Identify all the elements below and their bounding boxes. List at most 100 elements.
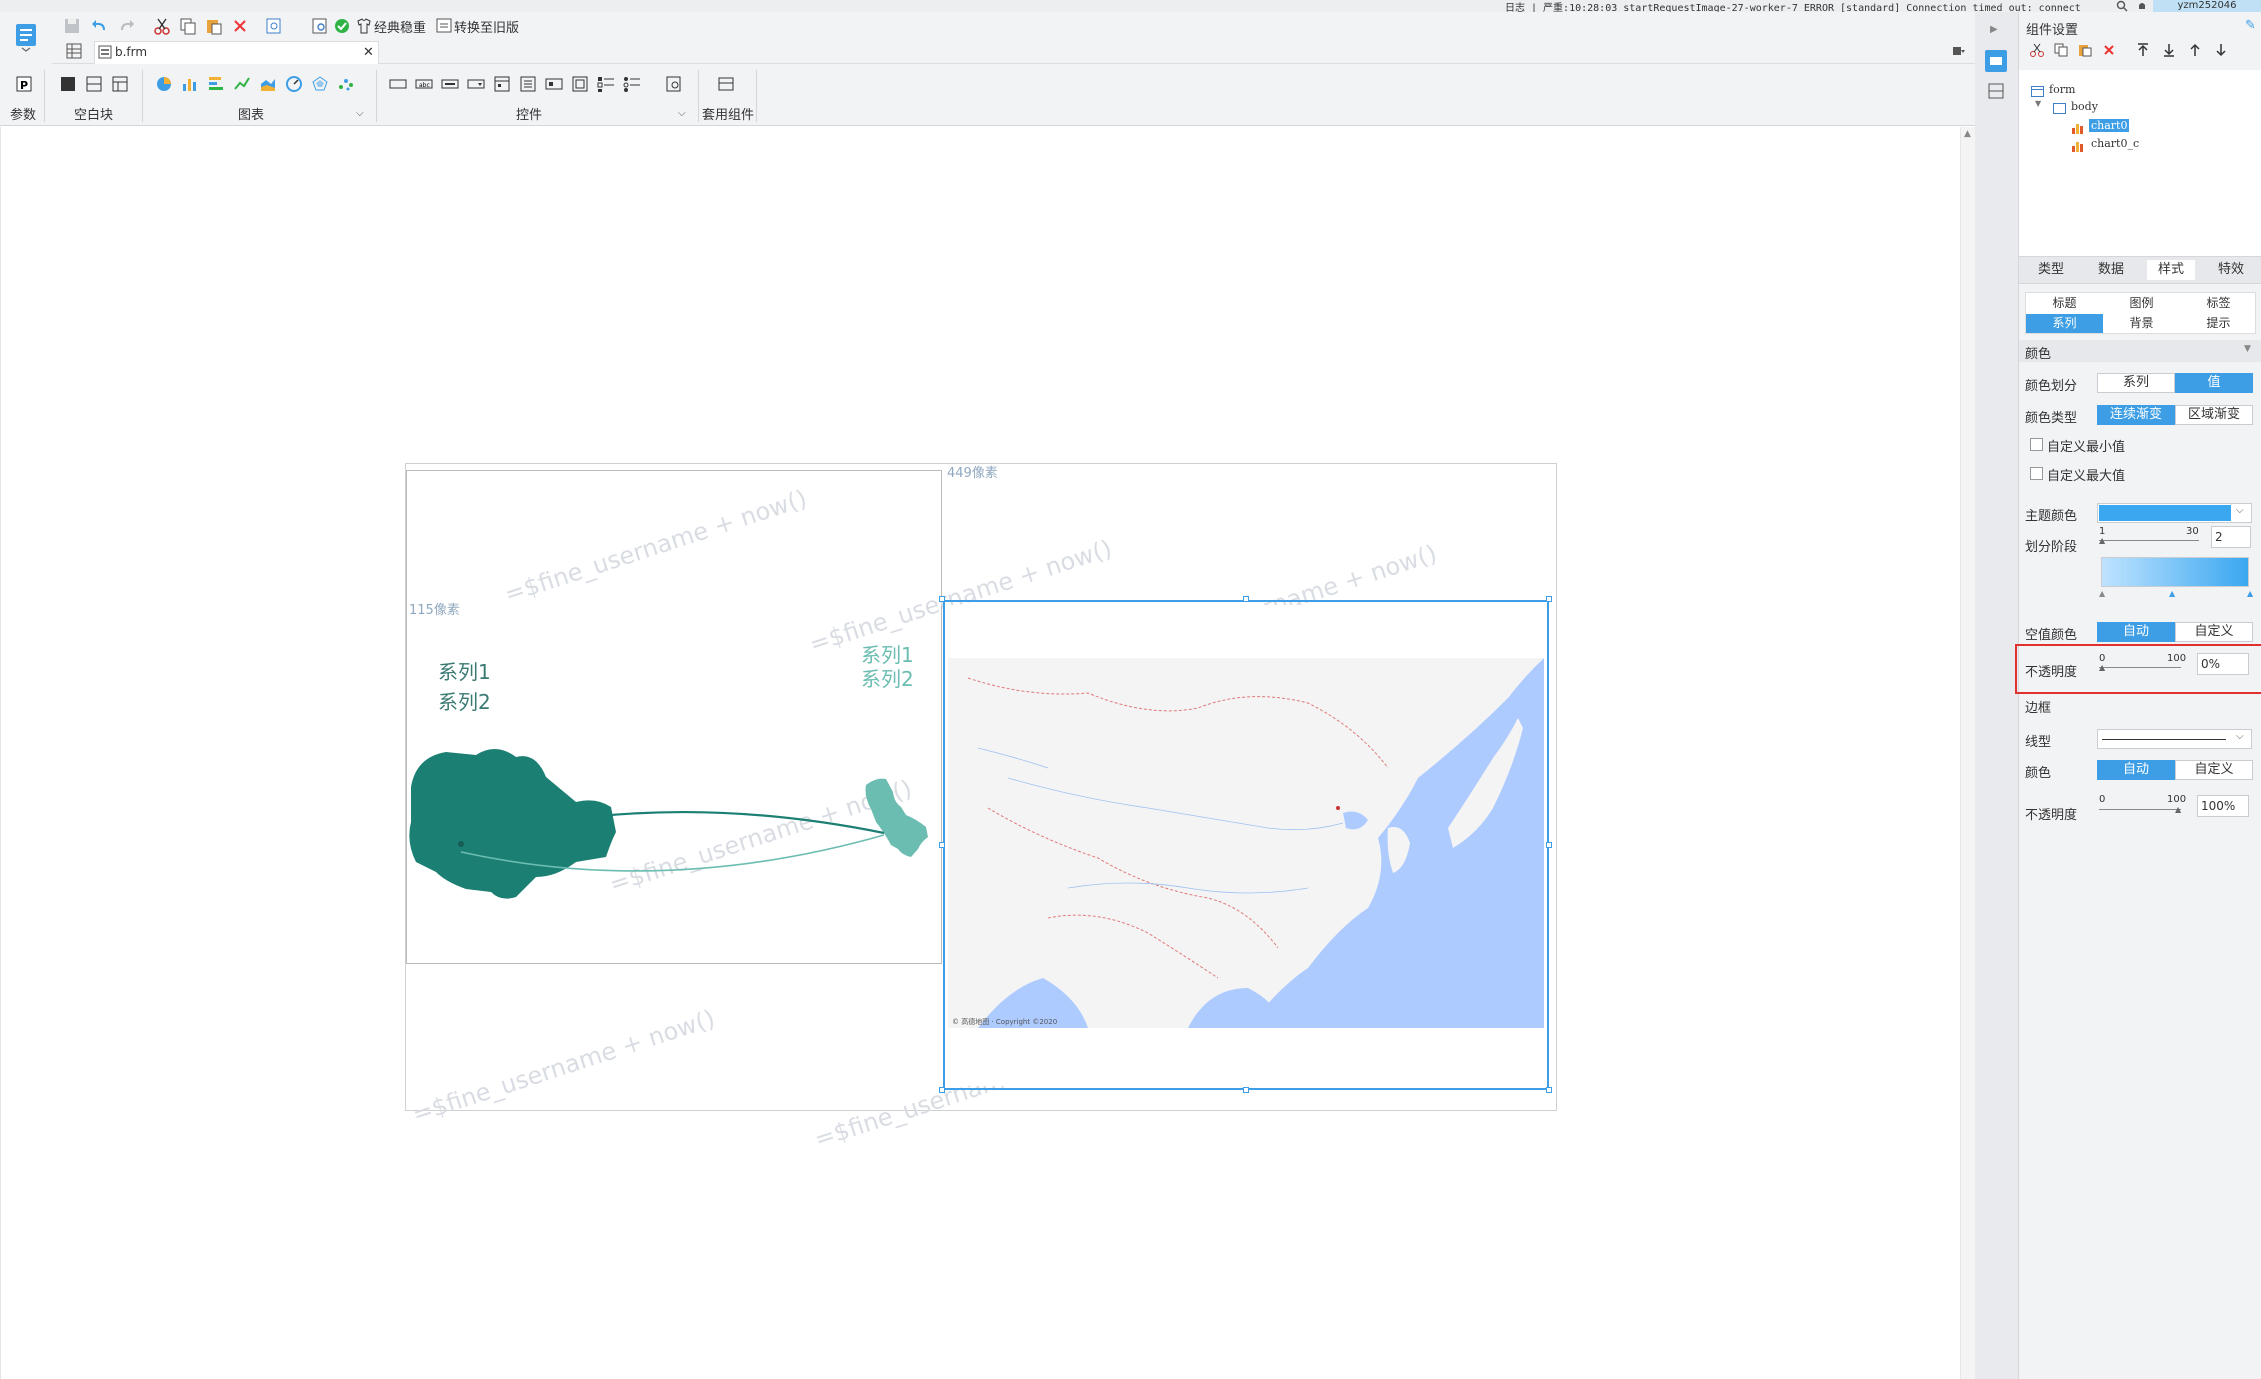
section-collapse-icon[interactable]: ▼ <box>2244 344 2251 354</box>
section-border-header[interactable]: 边框 <box>2019 695 2261 716</box>
gradient-preview-bar[interactable] <box>2101 557 2249 587</box>
date-widget-icon[interactable] <box>492 74 512 94</box>
template-style-button[interactable]: 经典稳重 <box>374 17 426 36</box>
collapse-arrow-icon[interactable]: ▶ <box>1990 24 1998 35</box>
map-tiles[interactable]: © 高德地图 · Copyright ©2020 <box>948 658 1544 1028</box>
suite-component-icon[interactable] <box>716 74 736 94</box>
resize-handle-sw[interactable] <box>939 1087 945 1093</box>
color-split-series[interactable]: 系列 <box>2097 373 2175 393</box>
layout-tab-icon[interactable] <box>1985 80 2007 102</box>
tree-widget-icon[interactable] <box>570 74 590 94</box>
gradient-stop-mid[interactable]: ▲ <box>2169 589 2175 598</box>
tree-node-chart0[interactable]: chart0 <box>2089 119 2130 132</box>
gradient-stop-start[interactable]: ▲ <box>2099 589 2105 598</box>
move-up-icon[interactable] <box>2187 42 2203 58</box>
shirt-icon[interactable] <box>354 16 374 36</box>
move-top-icon[interactable] <box>2135 42 2151 58</box>
button-widget-icon[interactable] <box>440 74 460 94</box>
subtab-title[interactable]: 标题 <box>2026 294 2103 313</box>
tree-delete-icon[interactable] <box>2101 42 2117 58</box>
custom-max-checkbox[interactable] <box>2030 467 2043 480</box>
edit-icon[interactable]: ✎ <box>2245 18 2256 33</box>
color-type-gradient[interactable]: 连续渐变 <box>2097 405 2175 425</box>
resize-handle-w[interactable] <box>939 842 945 848</box>
user-badge[interactable]: yzm252046 <box>2153 0 2261 12</box>
copy-icon[interactable] <box>178 16 198 36</box>
convert-icon[interactable] <box>434 16 454 36</box>
opacity-slider[interactable] <box>2099 667 2181 668</box>
redo-icon[interactable] <box>116 16 136 36</box>
segments-slider-thumb[interactable]: ▲ <box>2099 536 2105 545</box>
resize-handle-se[interactable] <box>1546 1087 1552 1093</box>
resize-handle-e[interactable] <box>1546 842 1552 848</box>
tab-data[interactable]: 数据 <box>2087 260 2135 280</box>
border-color-auto[interactable]: 自动 <box>2097 760 2175 780</box>
color-type-region[interactable]: 区域渐变 <box>2175 405 2253 425</box>
scroll-up-icon[interactable]: ▲ <box>1964 129 1971 139</box>
line-chart-icon[interactable] <box>232 74 252 94</box>
delete-icon[interactable] <box>230 16 250 36</box>
gradient-stop-end[interactable]: ▲ <box>2247 589 2253 598</box>
pie-chart-icon[interactable] <box>154 74 174 94</box>
resize-handle-nw[interactable] <box>939 596 945 602</box>
bell-icon[interactable] <box>2136 0 2148 12</box>
opacity-spinner[interactable]: 0% <box>2197 653 2249 675</box>
number-widget-icon[interactable] <box>518 74 538 94</box>
widgets-more-icon[interactable]: ⌵ <box>678 108 686 119</box>
convert-old-button[interactable]: 转换至旧版 <box>454 17 519 36</box>
radio-group-icon[interactable] <box>622 74 642 94</box>
preview-icon[interactable] <box>264 16 284 36</box>
null-color-auto[interactable]: 自动 <box>2097 622 2175 642</box>
undo-icon[interactable] <box>90 16 110 36</box>
search-component-icon[interactable] <box>310 16 330 36</box>
subtab-background[interactable]: 背景 <box>2103 314 2180 333</box>
checkbox-group-icon[interactable] <box>596 74 616 94</box>
subtab-legend[interactable]: 图例 <box>2103 294 2180 313</box>
custom-min-checkbox[interactable] <box>2030 438 2043 451</box>
bar-chart-icon[interactable] <box>180 74 200 94</box>
parameter-icon[interactable]: P <box>14 74 34 94</box>
horizontal-bar-chart-icon[interactable] <box>206 74 226 94</box>
query-button-icon[interactable] <box>664 74 684 94</box>
textarea-widget-icon[interactable] <box>544 74 564 94</box>
resize-handle-ne[interactable] <box>1546 596 1552 602</box>
resize-handle-n[interactable] <box>1243 596 1249 602</box>
canvas-scrollbar[interactable]: ▲ <box>1960 127 1975 1379</box>
save-icon[interactable] <box>62 16 82 36</box>
absolute-layout-icon[interactable] <box>84 74 104 94</box>
segments-spinner[interactable]: 2 <box>2211 526 2251 548</box>
line-type-select[interactable]: ⌵ <box>2097 729 2252 749</box>
app-menu-button[interactable] <box>0 12 52 64</box>
tree-node-form[interactable]: form <box>2049 83 2075 96</box>
charts-more-icon[interactable]: ⌵ <box>356 108 364 119</box>
border-opacity-slider-thumb[interactable]: ▲ <box>2175 805 2181 814</box>
segments-slider[interactable] <box>2099 540 2199 541</box>
border-opacity-spinner[interactable]: 100% <box>2197 795 2249 817</box>
move-down-icon[interactable] <box>2213 42 2229 58</box>
tab-style[interactable]: 样式 <box>2147 260 2195 280</box>
tree-expand-icon[interactable]: ▼ <box>2035 99 2041 108</box>
cut-icon[interactable] <box>152 16 172 36</box>
tree-copy-icon[interactable] <box>2053 42 2069 58</box>
expand-icon[interactable] <box>1952 44 1966 58</box>
border-opacity-slider[interactable] <box>2099 809 2181 810</box>
tree-node-chart0-c[interactable]: chart0_c <box>2091 137 2139 150</box>
radar-chart-icon[interactable] <box>310 74 330 94</box>
move-bottom-icon[interactable] <box>2161 42 2177 58</box>
component-settings-tab-icon[interactable] <box>1985 50 2007 72</box>
grid-view-icon[interactable] <box>66 43 82 59</box>
file-tab[interactable]: b.frm ✕ <box>94 41 379 64</box>
section-color-header[interactable]: 颜色 ▼ <box>2019 340 2261 362</box>
text-widget-icon[interactable]: abc <box>414 74 434 94</box>
paste-icon[interactable] <box>204 16 224 36</box>
dropdown-widget-icon[interactable] <box>466 74 486 94</box>
tree-cut-icon[interactable] <box>2029 42 2045 58</box>
check-icon[interactable] <box>332 16 352 36</box>
null-color-custom[interactable]: 自定义 <box>2175 622 2253 642</box>
tab-type[interactable]: 类型 <box>2027 260 2075 280</box>
scatter-chart-icon[interactable] <box>336 74 356 94</box>
theme-color-picker[interactable]: ⌵ <box>2097 503 2252 523</box>
subtab-tooltip[interactable]: 提示 <box>2180 314 2257 333</box>
selected-map-chart[interactable]: © 高德地图 · Copyright ©2020 <box>943 600 1549 1090</box>
area-chart-icon[interactable] <box>258 74 278 94</box>
